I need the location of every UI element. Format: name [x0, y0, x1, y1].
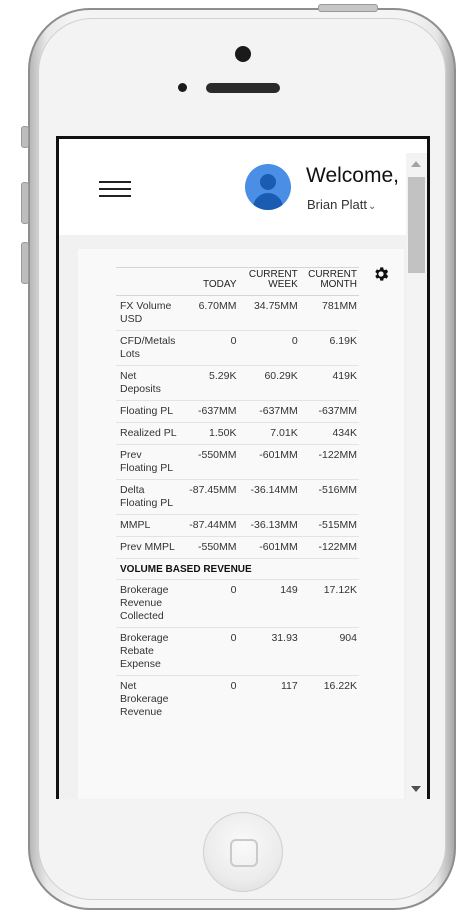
row-value: 17.12K	[299, 579, 359, 628]
table-row: Prev MMPL -550MM -601MM -122MM	[116, 536, 359, 559]
row-label: Net Deposits	[116, 365, 180, 401]
row-value: -87.45MM	[179, 479, 239, 515]
row-value: -550MM	[179, 444, 239, 480]
table-row: FX Volume USD 6.70MM 34.75MM 781MM	[116, 295, 359, 331]
earpiece-speaker	[206, 83, 280, 93]
app-view: Welcome, Brian Platt⌄ TODAY CURRENT WEEK …	[59, 139, 409, 799]
row-label: Net Brokerage Revenue	[120, 680, 169, 718]
table-row: Floating PL -637MM -637MM -637MM	[116, 400, 359, 423]
table-row: Prev Floating PL -550MM -601MM -122MM	[116, 444, 359, 480]
row-value: 0	[179, 330, 239, 366]
table-row: Net Deposits 5.29K 60.29K 419K	[116, 365, 359, 401]
row-value: 149	[238, 579, 300, 628]
vertical-scrollbar[interactable]	[406, 153, 427, 799]
volume-down-button	[21, 242, 29, 284]
table-row: Net Brokerage Revenue 0 117 16.22K	[116, 676, 359, 724]
gear-icon[interactable]	[372, 265, 390, 283]
row-value: 7.01K	[238, 422, 300, 445]
row-label: Prev Floating PL	[116, 444, 180, 480]
phone-screen: Welcome, Brian Platt⌄ TODAY CURRENT WEEK …	[56, 136, 430, 799]
home-square-icon	[230, 839, 258, 867]
row-label: Delta Floating PL	[116, 479, 180, 515]
row-value: 419K	[299, 365, 359, 401]
row-value: 434K	[299, 422, 359, 445]
table-row: CFD/Metals Lots 0 0 6.19K	[116, 330, 359, 366]
power-button	[318, 4, 378, 12]
row-value: -122MM	[299, 444, 359, 480]
row-value: 904	[299, 627, 359, 676]
row-value: -122MM	[299, 536, 359, 559]
row-value: -601MM	[238, 536, 300, 559]
row-label: Prev MMPL	[116, 536, 180, 559]
row-value: -87.44MM	[179, 514, 239, 537]
hamburger-menu-icon[interactable]	[99, 181, 131, 199]
user-menu-dropdown[interactable]: Brian Platt⌄	[307, 197, 376, 212]
row-value: -550MM	[179, 536, 239, 559]
row-label: Brokerage Rebate Expense	[116, 627, 180, 676]
table-header-row: TODAY CURRENT WEEK CURRENT MONTH	[116, 267, 359, 296]
row-value: 1.50K	[179, 422, 239, 445]
column-header-current-month: CURRENT MONTH	[299, 267, 359, 296]
mute-switch	[21, 126, 29, 148]
row-value: 34.75MM	[238, 295, 300, 331]
column-header-current-week: CURRENT WEEK	[238, 267, 300, 296]
table-row: Realized PL 1.50K 7.01K 434K	[116, 422, 359, 445]
row-value: 0	[179, 627, 239, 676]
row-value: -637MM	[238, 400, 300, 423]
row-value: -601MM	[238, 444, 300, 480]
row-value: 781MM	[299, 295, 359, 331]
row-label: Realized PL	[116, 422, 180, 445]
row-value: 6.19K	[299, 330, 359, 366]
row-value: 117	[281, 680, 298, 692]
row-value: 0	[230, 680, 237, 692]
metrics-table: TODAY CURRENT WEEK CURRENT MONTH FX Volume…	[116, 267, 359, 723]
scroll-up-arrow-icon[interactable]	[411, 161, 421, 167]
row-value: -637MM	[179, 400, 239, 423]
app-header: Welcome, Brian Platt⌄	[59, 139, 409, 235]
row-value: -637MM	[299, 400, 359, 423]
row-label: FX Volume USD	[116, 295, 180, 331]
scroll-down-arrow-icon[interactable]	[411, 786, 421, 792]
table-row: MMPL -87.44MM -36.13MM -515MM	[116, 514, 359, 537]
username-label: Brian Platt	[307, 197, 367, 212]
column-header-today: TODAY	[179, 267, 239, 296]
welcome-text: Welcome,	[306, 164, 399, 187]
header-spacer	[116, 267, 180, 296]
row-label: Floating PL	[116, 400, 180, 423]
row-value: -36.14MM	[238, 479, 300, 515]
section-title: VOLUME BASED REVENUE	[116, 558, 359, 580]
row-value: 16.22K	[323, 680, 357, 692]
row-label: MMPL	[116, 514, 180, 537]
home-button[interactable]	[203, 812, 283, 892]
row-value: 0	[179, 579, 239, 628]
volume-up-button	[21, 182, 29, 224]
front-camera	[235, 46, 251, 62]
row-value: 5.29K	[179, 365, 239, 401]
row-value: 60.29K	[238, 365, 300, 401]
row-value: -515MM	[299, 514, 359, 537]
row-label: Brokerage Revenue Collected	[116, 579, 180, 628]
table-row: Brokerage Revenue Collected 0 149 17.12K	[116, 579, 359, 628]
table-row: Delta Floating PL -87.45MM -36.14MM -516MM	[116, 479, 359, 515]
chevron-down-icon: ⌄	[367, 201, 377, 212]
user-avatar-icon[interactable]	[245, 164, 291, 210]
proximity-sensor	[178, 83, 187, 92]
row-value: 6.70MM	[179, 295, 239, 331]
row-label: CFD/Metals Lots	[116, 330, 180, 366]
scroll-thumb[interactable]	[408, 177, 425, 273]
row-value: 31.93	[238, 627, 300, 676]
row-value: 0	[238, 330, 300, 366]
section-header-row: VOLUME BASED REVENUE	[116, 558, 359, 580]
row-value: -36.13MM	[238, 514, 300, 537]
table-row: Brokerage Rebate Expense 0 31.93 904	[116, 627, 359, 676]
metrics-table-body: FX Volume USD 6.70MM 34.75MM 781MM CFD/Metal…	[116, 295, 359, 724]
row-value: -516MM	[299, 479, 359, 515]
